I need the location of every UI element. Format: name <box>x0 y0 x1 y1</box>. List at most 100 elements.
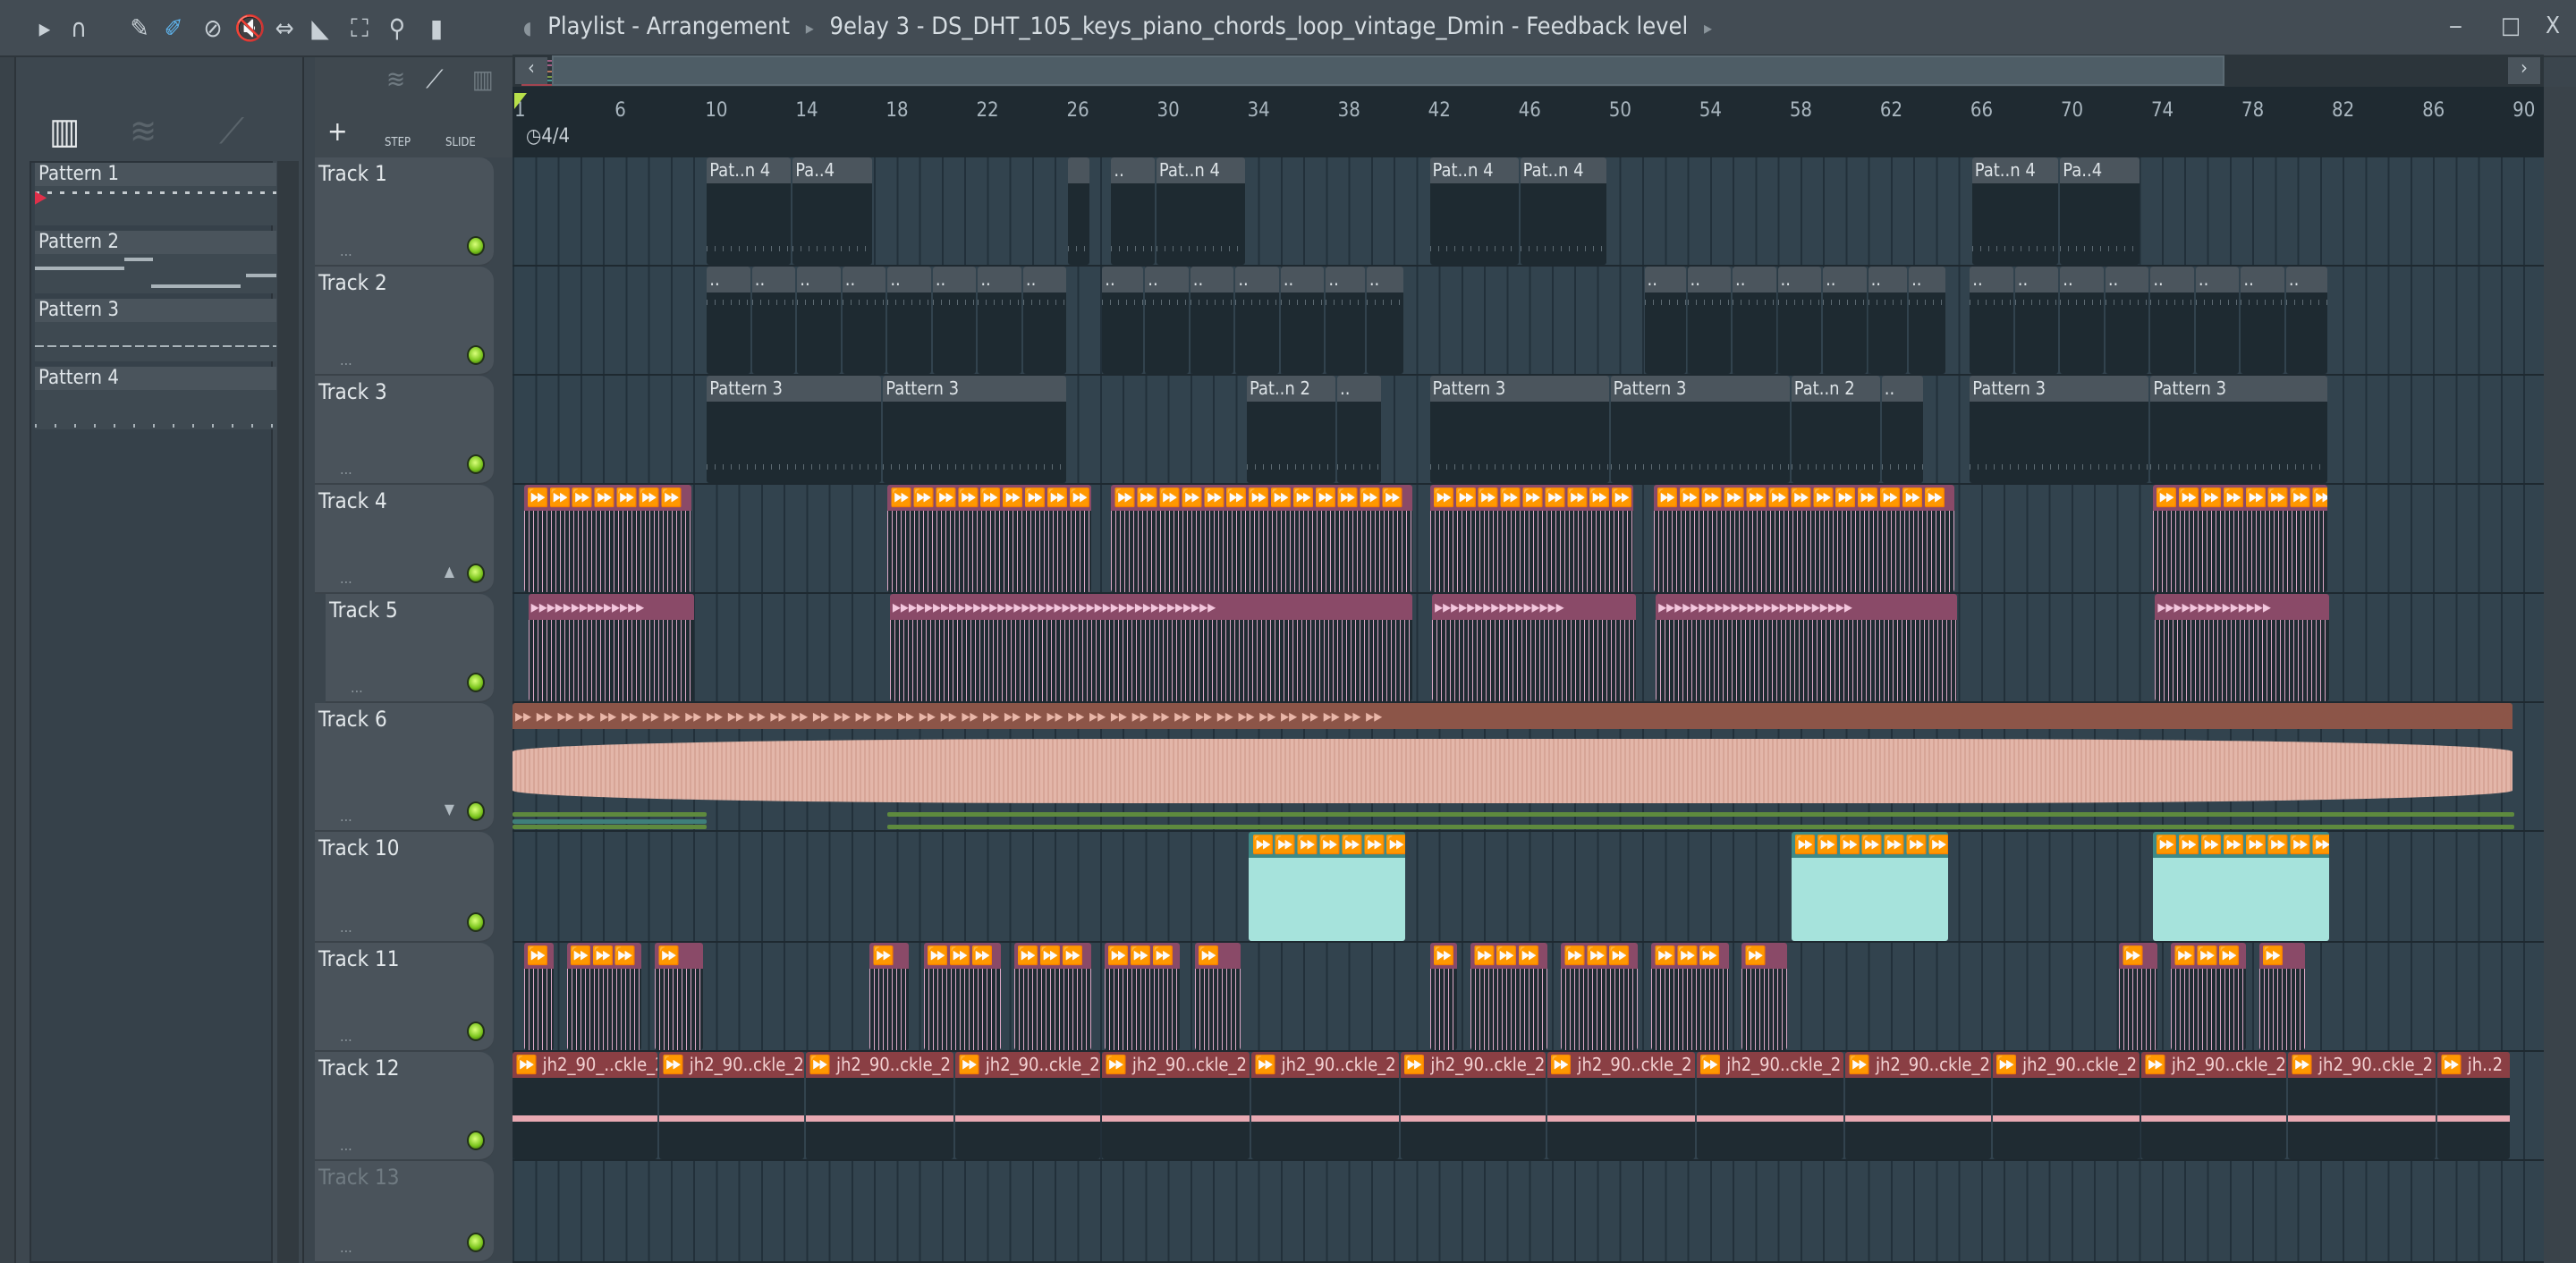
pattern-clip[interactable]: .. <box>1366 267 1403 374</box>
automation-lane[interactable] <box>513 825 708 829</box>
playhead-marker[interactable] <box>514 93 527 109</box>
mute-icon[interactable]: 🔇 <box>234 14 266 43</box>
track-name[interactable]: Track 11 <box>318 946 399 971</box>
overview-window[interactable] <box>552 55 2224 86</box>
audio-clip[interactable]: ⏩⏩⏩ <box>2171 943 2246 1050</box>
track-enable-led[interactable] <box>467 912 485 932</box>
audio-clip[interactable]: ⏩⏩⏩ <box>1104 943 1180 1050</box>
more-icon[interactable]: ... <box>340 808 352 825</box>
pattern-clip[interactable]: Pat..n 2 <box>1246 376 1335 483</box>
track-enable-led[interactable] <box>467 801 485 821</box>
more-icon[interactable]: ... <box>340 1137 352 1154</box>
audio-clip[interactable]: ⏩⏩⏩ <box>1561 943 1639 1050</box>
track-header[interactable]: Track 1... <box>315 157 494 267</box>
pattern-clip[interactable]: .. <box>1022 267 1067 374</box>
audio-clip[interactable]: ⏩ jh2_90..ckle_2 <box>955 1052 1101 1159</box>
audio-clip[interactable]: ⏩ jh2_90_..ckle_2 <box>513 1052 658 1159</box>
arrow-down-icon[interactable]: ▼ <box>445 801 454 818</box>
track-name[interactable]: Track 6 <box>318 707 387 732</box>
audio-wave-icon[interactable]: ≋ <box>130 111 157 152</box>
audio-clip[interactable]: ⏩ <box>869 943 909 1050</box>
audio-clip[interactable]: ⏩⏩⏩⏩⏩⏩⏩ <box>523 485 692 592</box>
pattern-clip[interactable]: .. <box>1190 267 1234 374</box>
track-header[interactable]: Track 12... <box>315 1052 494 1161</box>
audio-clip[interactable]: ⏩ jh2_90..ckle_2 <box>1102 1052 1250 1159</box>
zoom-icon[interactable]: ⚲ <box>383 14 411 43</box>
track-enable-led[interactable] <box>467 673 485 692</box>
pattern-clip[interactable]: .. <box>1970 267 2013 374</box>
track-header[interactable]: Track 5... <box>326 594 494 703</box>
panel-edge[interactable] <box>0 57 16 1263</box>
audio-clip[interactable]: ⏩ <box>655 943 703 1050</box>
magnet-snap-icon[interactable]: ∩ <box>64 14 93 43</box>
track-enable-led[interactable] <box>467 345 485 365</box>
pattern-clip[interactable]: .. <box>2014 267 2059 374</box>
automation-lane[interactable] <box>887 825 2515 829</box>
audio-clip[interactable]: ⏩⏩⏩⏩⏩⏩⏩⏩⏩ <box>1429 485 1634 592</box>
pattern-clip[interactable]: .. <box>751 267 796 374</box>
audio-clip[interactable]: ⏩⏩⏩⏩⏩⏩⏩⏩⏩⏩⏩⏩⏩ <box>1111 485 1412 592</box>
pattern-clip[interactable]: .. <box>2241 267 2284 374</box>
pattern-clip[interactable]: Pattern 3 <box>707 376 882 483</box>
more-icon[interactable]: ... <box>340 242 352 259</box>
audio-clip[interactable]: ⏩ jh2_90..ckle_2 <box>1696 1052 1844 1159</box>
pattern-clip[interactable]: Pa..4 <box>2060 157 2140 265</box>
scroll-right-button[interactable]: › <box>2508 57 2540 84</box>
audio-clip[interactable]: ⏩⏩⏩⏩⏩⏩⏩⏩ <box>2152 485 2327 592</box>
automation-icon[interactable]: ⟋ <box>219 111 244 152</box>
pattern-clip[interactable]: .. <box>1111 157 1155 265</box>
audio-clip[interactable]: ⏩ <box>1429 943 1458 1050</box>
audio-clip[interactable]: ⏩⏩⏩ <box>1651 943 1729 1050</box>
pattern-clip[interactable]: .. <box>1909 267 1945 374</box>
vertical-scrollbar[interactable] <box>2544 87 2576 1263</box>
pattern-clip[interactable]: .. <box>1102 267 1144 374</box>
track-enable-led[interactable] <box>467 236 485 256</box>
track-header[interactable]: Track 2... <box>315 267 494 376</box>
time-signature[interactable]: ◷4/4 <box>526 125 570 148</box>
audio-clip[interactable]: ⏩ <box>2258 943 2305 1050</box>
pattern-clip[interactable]: Pat..n 4 <box>1971 157 2059 265</box>
pattern-clip[interactable]: .. <box>1235 267 1279 374</box>
pattern-clip[interactable] <box>1068 157 1089 265</box>
audio-clip[interactable]: ⏩⏩⏩ <box>923 943 1002 1050</box>
track-name[interactable]: Track 13 <box>318 1165 399 1190</box>
playback-icon[interactable]: ▮ <box>422 14 451 43</box>
pattern-clip[interactable]: Pattern 3 <box>1970 376 2149 483</box>
timeline-ruler[interactable]: 1 6 10 14 18 22 26 30 34 38 42 46 50 54 58 62 66 70 74 78 82… <box>513 87 2544 157</box>
pattern-item[interactable]: Pattern 3 <box>35 299 276 363</box>
pattern-clip[interactable]: .. <box>1777 267 1822 374</box>
track-name[interactable]: Track 1 <box>318 161 387 186</box>
more-icon[interactable]: ... <box>340 1239 352 1256</box>
play-arrow-icon[interactable]: ▸ <box>30 14 59 43</box>
slide-toggle[interactable]: SLIDE <box>445 136 476 149</box>
pattern-clip[interactable]: .. <box>2060 267 2104 374</box>
audio-clip[interactable]: ⏩ jh2_90..ckle_2 <box>1546 1052 1695 1159</box>
audio-clip[interactable]: ⏩ jh2_90..ckle_2 <box>1845 1052 1991 1159</box>
track-enable-led[interactable] <box>467 564 485 583</box>
automation-lane[interactable] <box>887 812 2515 817</box>
pattern-clip[interactable]: .. <box>2105 267 2149 374</box>
track-header[interactable]: Track 10... <box>315 832 494 943</box>
pattern-clip[interactable]: Pat..n 4 <box>1520 157 1607 265</box>
audio-clip[interactable]: ⏩ jh2_90..ckle_2 <box>1400 1052 1546 1159</box>
step-toggle[interactable]: STEP <box>385 136 411 149</box>
audio-clip[interactable]: ▸▸▸▸▸▸▸▸▸▸▸▸▸▸ <box>2155 594 2330 701</box>
paint-brush-icon[interactable]: ✐ <box>159 14 188 43</box>
audio-clip[interactable]: ▸▸▸▸▸▸▸▸▸▸▸▸▸▸ <box>528 594 694 701</box>
close-button[interactable]: X <box>2546 13 2560 39</box>
audio-clip[interactable]: ⏩⏩⏩⏩⏩⏩⏩ <box>1791 832 1948 941</box>
automation-lane[interactable] <box>513 812 708 817</box>
pattern-clip[interactable]: .. <box>1280 267 1325 374</box>
audio-clip[interactable]: ⏩⏩⏩ <box>1013 943 1092 1050</box>
pattern-clip[interactable]: .. <box>1644 267 1686 374</box>
audio-clip[interactable]: ▸▸▸▸▸▸▸▸▸▸▸▸▸▸▸▸▸▸▸▸▸▸▸▸▸▸▸▸▸▸▸▸▸▸▸▸▸▸▸▸ <box>889 594 1412 701</box>
scroll-left-button[interactable]: ‹ <box>515 57 547 84</box>
pattern-clip[interactable]: .. <box>887 267 931 374</box>
pattern-clip[interactable]: .. <box>1326 267 1365 374</box>
more-icon[interactable]: ... <box>340 919 352 936</box>
audio-clip[interactable]: ▸▸▸▸▸▸▸▸▸▸▸▸▸▸▸▸ <box>1432 594 1636 701</box>
track-enable-led[interactable] <box>467 1131 485 1150</box>
audio-clip[interactable]: ⏩ <box>1194 943 1241 1050</box>
audio-clip[interactable]: ⏩ jh2_90..ckle_2 <box>806 1052 954 1159</box>
track-header[interactable]: Track 13... <box>315 1161 494 1263</box>
